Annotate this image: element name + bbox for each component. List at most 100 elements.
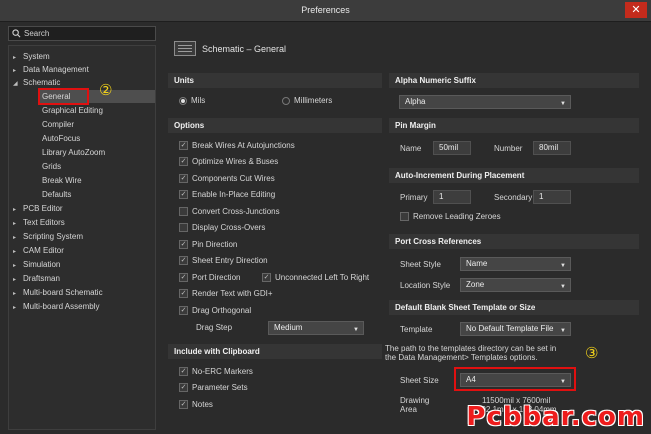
tree-item-label: Multi-board Assembly bbox=[23, 302, 100, 311]
checkbox-label: Enable In-Place Editing bbox=[192, 190, 276, 199]
tree-item-label: PCB Editor bbox=[23, 204, 63, 213]
checkbox[interactable] bbox=[400, 212, 409, 221]
left-panel: Search ▸ System ▸ Data Management ◢ Schemat… bbox=[8, 26, 158, 430]
tree-item-label: Data Management bbox=[23, 65, 89, 74]
checkbox-label: Parameter Sets bbox=[192, 383, 248, 392]
step-marker-3: ③ bbox=[585, 345, 599, 362]
mils-label: Mils bbox=[191, 96, 206, 105]
checkbox[interactable]: ✓ bbox=[179, 400, 188, 409]
checkbox[interactable]: ✓ bbox=[179, 240, 188, 249]
tree-item-system[interactable]: ▸ System bbox=[13, 50, 50, 63]
tree-item-text-editors[interactable]: ▸ Text Editors bbox=[13, 216, 65, 229]
tree-item-simulation[interactable]: ▸ Simulation bbox=[13, 258, 60, 271]
pin-margin-number-label: Number bbox=[494, 144, 523, 153]
tree-item-grids[interactable]: Grids bbox=[42, 160, 61, 173]
drawing-area-label-line1: Drawing bbox=[400, 396, 430, 405]
dropdown-value: No Default Template File bbox=[466, 324, 554, 333]
tree-item-label: Multi-board Schematic bbox=[23, 288, 103, 297]
tree-item-label: Defaults bbox=[42, 190, 72, 199]
template-label: Template bbox=[400, 325, 433, 334]
checkbox[interactable]: ✓ bbox=[179, 289, 188, 298]
expand-arrow-icon[interactable]: ▸ bbox=[13, 302, 23, 315]
tree-item-label: Draftsman bbox=[23, 274, 60, 283]
auto-increment-section-header: Auto-Increment During Placement bbox=[389, 168, 639, 183]
search-input[interactable]: Search bbox=[8, 26, 156, 41]
dropdown-value: Name bbox=[466, 259, 488, 268]
dropdown-value: Medium bbox=[274, 323, 303, 332]
sheet-size-highlight-box bbox=[454, 367, 576, 391]
drag-step-dropdown[interactable]: Medium ▼ bbox=[268, 321, 364, 335]
general-highlight-box bbox=[38, 88, 89, 105]
millimeters-radio[interactable] bbox=[282, 97, 290, 105]
tree-item-label: Grids bbox=[42, 162, 62, 171]
checkbox[interactable]: ✓ bbox=[179, 190, 188, 199]
primary-input[interactable]: 1 bbox=[433, 190, 471, 204]
drawing-area-label-line2: Area bbox=[400, 405, 417, 414]
window-title: Preferences bbox=[301, 5, 350, 15]
chevron-down-icon: ▼ bbox=[560, 284, 566, 290]
template-dropdown[interactable]: No Default Template File ▼ bbox=[460, 322, 571, 336]
clipboard-section-header: Include with Clipboard bbox=[168, 344, 382, 359]
dropdown-value: Alpha bbox=[405, 97, 426, 106]
checkbox[interactable]: ✓ bbox=[179, 174, 188, 183]
tree-item-label: AutoFocus bbox=[42, 134, 81, 143]
checkbox[interactable]: ✓ bbox=[179, 141, 188, 150]
checkbox[interactable]: ✓ bbox=[179, 383, 188, 392]
checkbox[interactable]: ✓ bbox=[262, 273, 271, 282]
tree-item-defaults[interactable]: Defaults bbox=[42, 188, 71, 201]
secondary-label: Secondary bbox=[494, 193, 533, 202]
tree-item-multi-board-assembly[interactable]: ▸ Multi-board Assembly bbox=[13, 300, 99, 313]
tree-item-scripting-system[interactable]: ▸ Scripting System bbox=[13, 230, 83, 243]
tree-item-data-management[interactable]: ▸ Data Management bbox=[13, 63, 89, 76]
checkbox-label: Remove Leading Zeroes bbox=[413, 212, 501, 221]
checkbox[interactable]: ✓ bbox=[179, 306, 188, 315]
sheet-size-label: Sheet Size bbox=[400, 376, 439, 385]
chevron-down-icon: ▼ bbox=[560, 101, 566, 107]
checkbox-label: Components Cut Wires bbox=[192, 174, 275, 183]
pin-margin-name-input[interactable]: 50mil bbox=[433, 141, 471, 155]
preferences-tree: ▸ System ▸ Data Management ◢ Schematic Gene… bbox=[8, 45, 156, 430]
templates-note-line2: the Data Management> Templates options. bbox=[385, 353, 538, 362]
tree-item-label: Graphical Editing bbox=[42, 106, 103, 115]
tree-item-multi-board-schematic[interactable]: ▸ Multi-board Schematic bbox=[13, 286, 103, 299]
checkbox[interactable]: ✓ bbox=[179, 367, 188, 376]
checkbox-label: No-ERC Markers bbox=[192, 367, 253, 376]
checkbox-label: Drag Orthogonal bbox=[192, 306, 252, 315]
tree-item-pcb-editor[interactable]: ▸ PCB Editor bbox=[13, 202, 63, 215]
tree-item-compiler[interactable]: Compiler bbox=[42, 118, 74, 131]
tree-item-cam-editor[interactable]: ▸ CAM Editor bbox=[13, 244, 64, 257]
checkbox[interactable]: ✓ bbox=[179, 273, 188, 282]
tree-item-label: Break Wire bbox=[42, 176, 82, 185]
mils-radio[interactable] bbox=[179, 97, 187, 105]
tree-item-break-wire[interactable]: Break Wire bbox=[42, 174, 82, 187]
checkbox-label: Sheet Entry Direction bbox=[192, 256, 268, 265]
port-cross-section-header: Port Cross References bbox=[389, 234, 639, 249]
checkbox[interactable]: ✓ bbox=[179, 157, 188, 166]
main-panel: Schematic – General Units Mils Millimete… bbox=[165, 26, 645, 434]
watermark: Pcbbar.com bbox=[466, 402, 645, 432]
tree-item-label: Simulation bbox=[23, 260, 61, 269]
tree-item-draftsman[interactable]: ▸ Draftsman bbox=[13, 272, 60, 285]
tree-item-label: Library AutoZoom bbox=[42, 148, 106, 157]
tree-item-autofocus[interactable]: AutoFocus bbox=[42, 132, 80, 145]
checkbox-label: Unconnected Left To Right bbox=[275, 273, 370, 282]
schematic-page-icon bbox=[174, 41, 196, 56]
secondary-input[interactable]: 1 bbox=[533, 190, 571, 204]
collapse-arrow-icon[interactable]: ◢ bbox=[13, 78, 23, 91]
tree-item-library-autozoom[interactable]: Library AutoZoom bbox=[42, 146, 105, 159]
tree-item-label: Schematic bbox=[23, 78, 61, 87]
checkbox[interactable] bbox=[179, 223, 188, 232]
alpha-suffix-dropdown[interactable]: Alpha ▼ bbox=[399, 95, 571, 109]
tree-item-label: CAM Editor bbox=[23, 246, 64, 255]
close-icon[interactable]: ✕ bbox=[625, 2, 647, 18]
location-style-dropdown[interactable]: Zone ▼ bbox=[460, 278, 571, 292]
checkbox-label: Port Direction bbox=[192, 273, 241, 282]
checkbox[interactable] bbox=[179, 207, 188, 216]
chevron-down-icon: ▼ bbox=[560, 263, 566, 269]
tree-item-label: System bbox=[23, 52, 50, 61]
checkbox-label: Display Cross-Overs bbox=[192, 223, 266, 232]
checkbox[interactable]: ✓ bbox=[179, 256, 188, 265]
pin-margin-number-input[interactable]: 80mil bbox=[533, 141, 571, 155]
tree-item-graphical-editing[interactable]: Graphical Editing bbox=[42, 104, 103, 117]
sheet-style-dropdown[interactable]: Name ▼ bbox=[460, 257, 571, 271]
